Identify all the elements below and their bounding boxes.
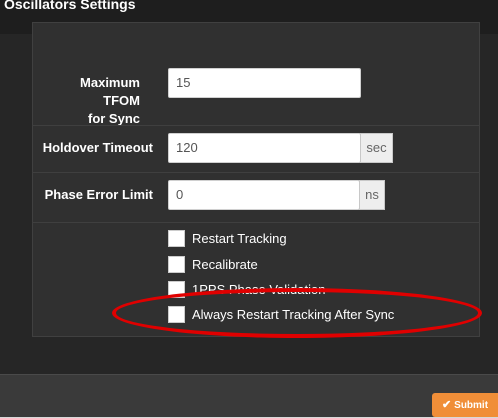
phase-error-limit-input[interactable]: 0 — [168, 180, 360, 210]
modal-title: Oscillators Settings — [4, 0, 136, 12]
holdover-timeout-label: Holdover Timeout — [42, 140, 153, 155]
holdover-timeout-input[interactable]: 120 — [168, 133, 361, 163]
recalibrate-label: Recalibrate — [192, 257, 258, 272]
modal-footer: ✔ Submit — [0, 374, 498, 417]
checkmark-icon: ✔ — [441, 399, 452, 411]
row-divider — [32, 172, 480, 173]
phase-error-limit-label: Phase Error Limit — [44, 187, 153, 202]
submit-label: Submit — [454, 400, 489, 411]
highlight-ellipse — [112, 288, 482, 338]
max-tfom-label-line1: Maximum TFOM — [80, 75, 140, 108]
row-divider — [32, 222, 480, 223]
max-tfom-input[interactable]: 15 — [168, 68, 361, 98]
restart-tracking-label: Restart Tracking — [192, 231, 287, 246]
restart-tracking-checkbox[interactable] — [168, 230, 185, 247]
phase-error-unit: ns — [359, 180, 385, 210]
submit-button[interactable]: ✔ Submit — [432, 393, 498, 417]
recalibrate-checkbox[interactable] — [168, 256, 185, 273]
holdover-unit: sec — [360, 133, 393, 163]
row-divider — [32, 125, 480, 126]
max-tfom-label: Maximum TFOM for Sync — [40, 74, 140, 128]
